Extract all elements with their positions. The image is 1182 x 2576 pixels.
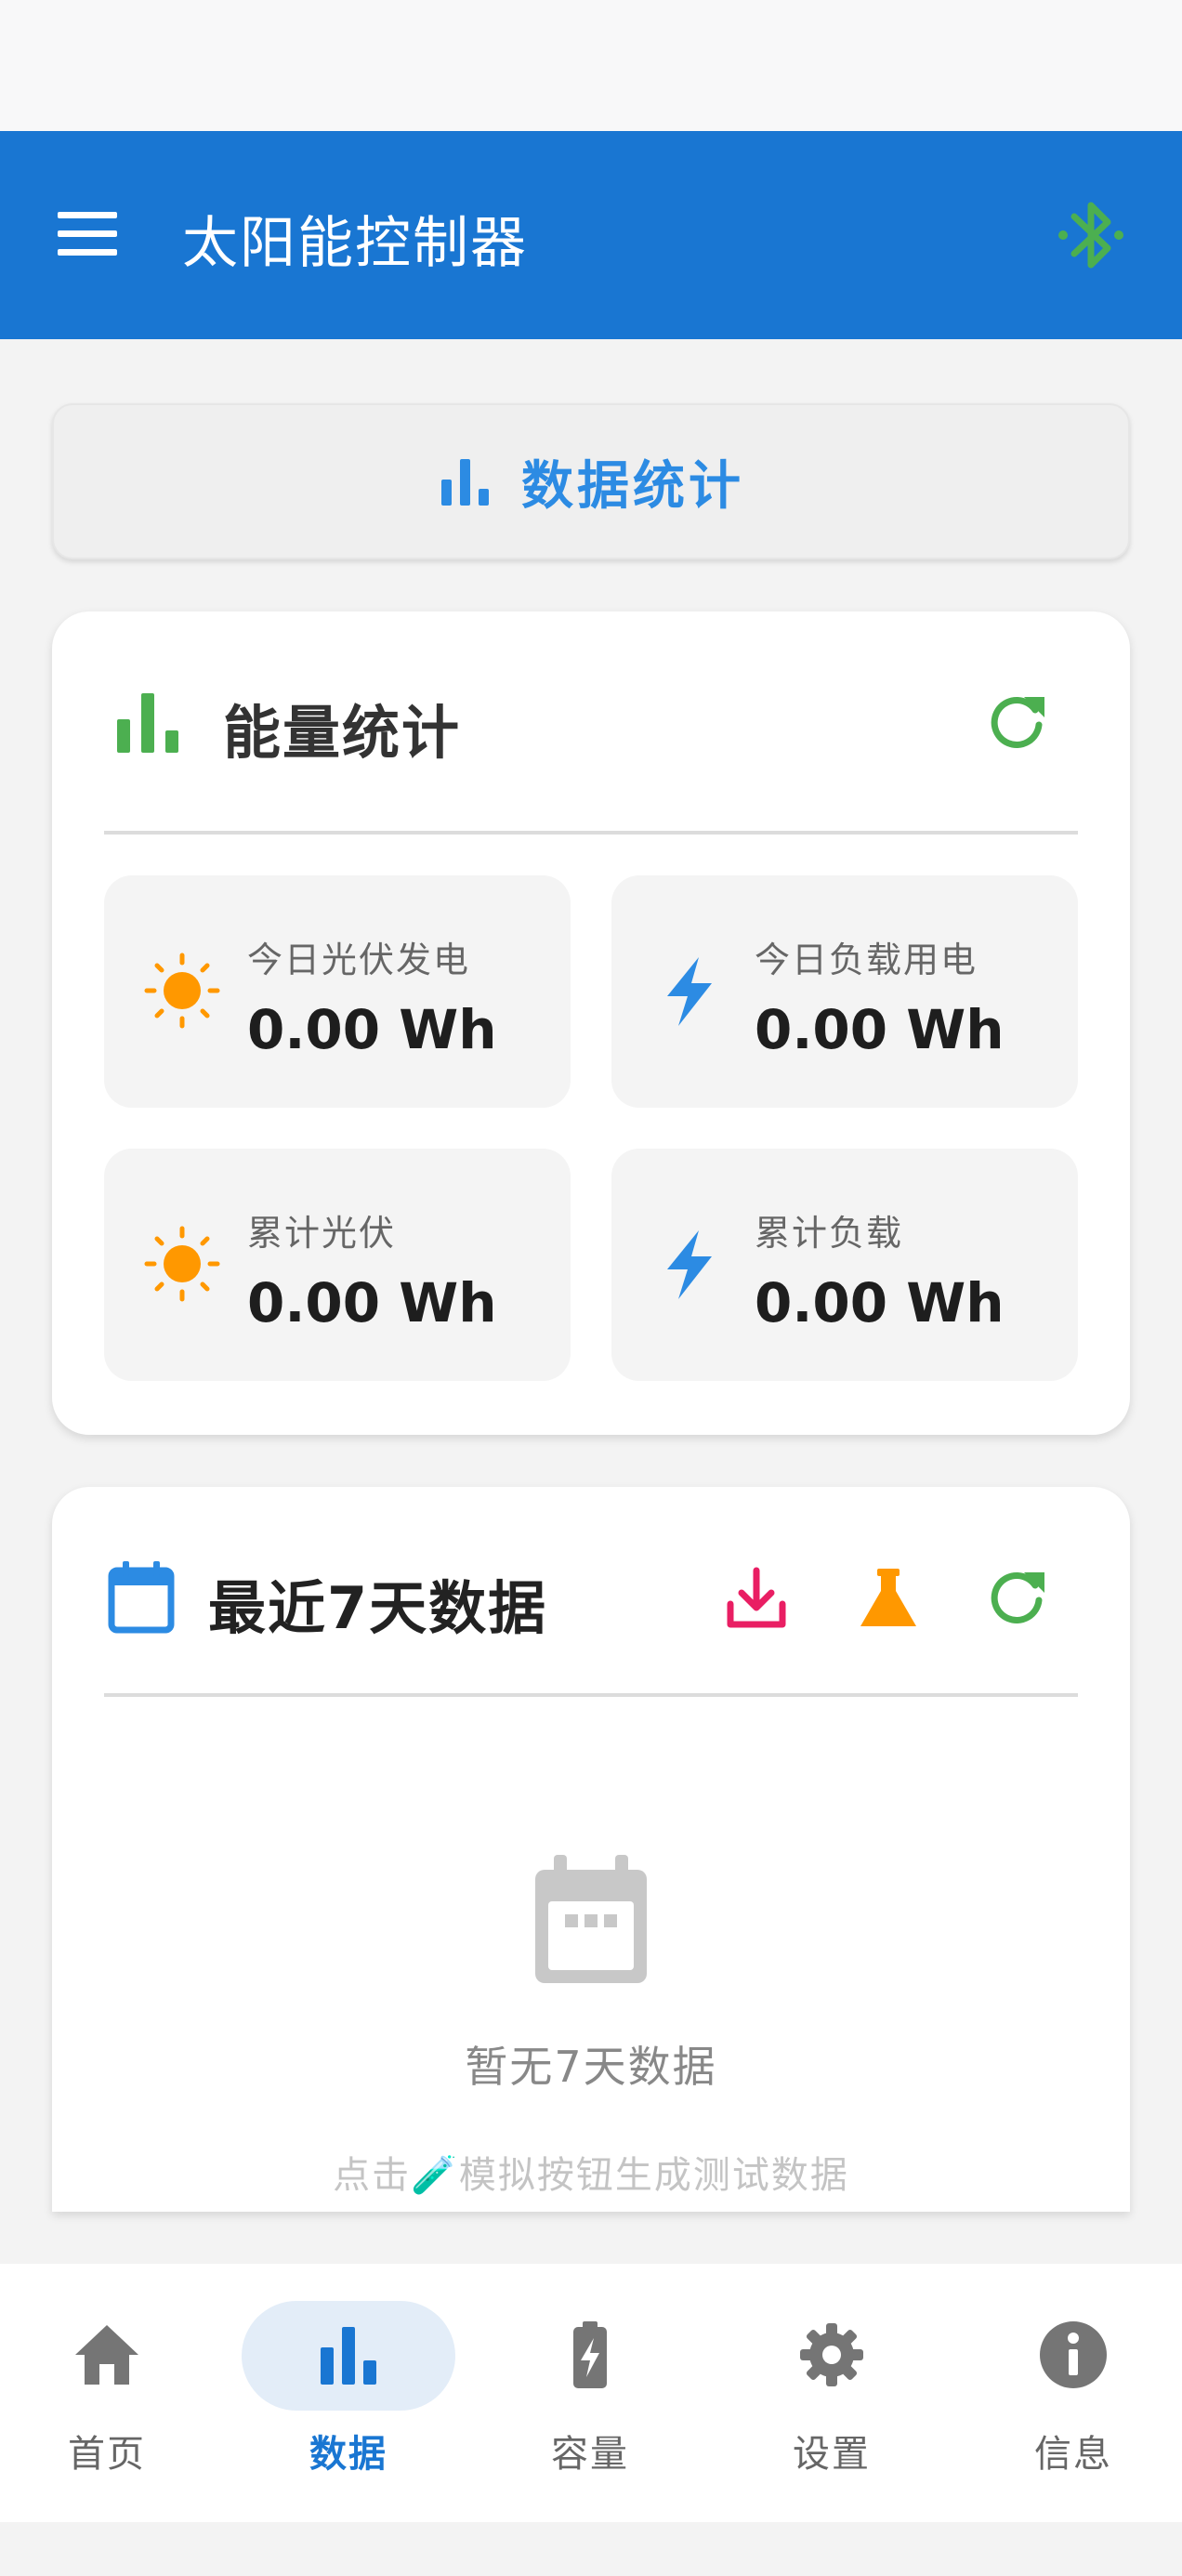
menu-icon-line bbox=[58, 230, 117, 237]
menu-icon-line bbox=[58, 249, 117, 256]
empty-state-title: 暂无7天数据 bbox=[465, 2042, 717, 2092]
stat-caption: 累计光伏 bbox=[247, 1213, 397, 1254]
nav-label: 设置 bbox=[793, 2433, 871, 2476]
bluetooth-icon[interactable] bbox=[1056, 196, 1126, 274]
sun-icon bbox=[144, 1226, 220, 1302]
app-bar: 太阳能控制器 bbox=[0, 131, 1182, 339]
nav-label: 容量 bbox=[551, 2433, 629, 2476]
gear-icon bbox=[800, 2323, 863, 2386]
bar-chart-icon bbox=[117, 693, 178, 753]
menu-button[interactable] bbox=[58, 212, 123, 258]
bar-chart-icon bbox=[321, 2327, 376, 2385]
battery-charging-icon bbox=[573, 2321, 607, 2388]
info-icon bbox=[1040, 2321, 1107, 2388]
stat-today-load: 今日负载用电 0.00 Wh bbox=[611, 875, 1078, 1108]
bolt-icon bbox=[667, 1230, 712, 1299]
nav-item-home[interactable]: 首页 bbox=[0, 2264, 214, 2522]
stat-caption: 今日负载用电 bbox=[755, 940, 978, 980]
nav-item-info[interactable]: 信息 bbox=[966, 2264, 1180, 2522]
energy-card-title: 能量统计 bbox=[223, 699, 462, 767]
stat-total-pv: 累计光伏 0.00 Wh bbox=[104, 1149, 571, 1381]
empty-state-hint: 点击🧪模拟按钮生成测试数据 bbox=[333, 2154, 849, 2197]
download-icon[interactable] bbox=[725, 1567, 788, 1630]
flask-icon[interactable] bbox=[859, 1567, 918, 1630]
refresh-icon[interactable] bbox=[989, 691, 1048, 751]
stat-caption: 今日光伏发电 bbox=[247, 940, 471, 980]
section-header-label: 数据统计 bbox=[521, 455, 744, 517]
refresh-icon[interactable] bbox=[989, 1567, 1048, 1626]
stat-value: 0.00 Wh bbox=[247, 998, 497, 1061]
energy-stats-card: 能量统计 今日光伏发电 0.00 Wh 今日负载用电 0.00 Wh 累计光伏 … bbox=[52, 611, 1130, 1435]
nav-item-data[interactable]: 数据 bbox=[242, 2264, 455, 2522]
nav-label: 数据 bbox=[309, 2433, 387, 2476]
stat-caption: 累计负载 bbox=[755, 1213, 904, 1254]
nav-label: 首页 bbox=[68, 2433, 146, 2476]
stat-total-load: 累计负载 0.00 Wh bbox=[611, 1149, 1078, 1381]
nav-item-settings[interactable]: 设置 bbox=[725, 2264, 939, 2522]
nav-item-capacity[interactable]: 容量 bbox=[483, 2264, 697, 2522]
home-icon bbox=[75, 2325, 138, 2385]
bar-chart-icon bbox=[441, 459, 489, 506]
stat-value: 0.00 Wh bbox=[247, 1271, 497, 1334]
stat-value: 0.00 Wh bbox=[755, 1271, 1005, 1334]
stat-value: 0.00 Wh bbox=[755, 998, 1005, 1061]
card-divider bbox=[104, 831, 1078, 835]
week-card-title: 最近7天数据 bbox=[208, 1574, 548, 1642]
bolt-icon bbox=[667, 957, 712, 1026]
system-nav-area bbox=[0, 2522, 1182, 2576]
week-data-card: 最近7天数据 暂无7天数据 点击🧪模拟按钮生成测试数据 bbox=[52, 1487, 1130, 2212]
section-header: 数据统计 bbox=[52, 403, 1130, 559]
stat-today-pv: 今日光伏发电 0.00 Wh bbox=[104, 875, 571, 1108]
calendar-icon bbox=[108, 1561, 175, 1634]
app-title: 太阳能控制器 bbox=[182, 211, 528, 276]
bottom-nav: 首页 数据 容量 设置 信息 bbox=[0, 2264, 1182, 2522]
sun-icon bbox=[144, 953, 220, 1029]
nav-label: 信息 bbox=[1034, 2433, 1112, 2476]
empty-calendar-icon bbox=[535, 1855, 647, 1983]
menu-icon-line bbox=[58, 212, 117, 218]
card-divider bbox=[104, 1693, 1078, 1697]
status-bar bbox=[0, 0, 1182, 131]
